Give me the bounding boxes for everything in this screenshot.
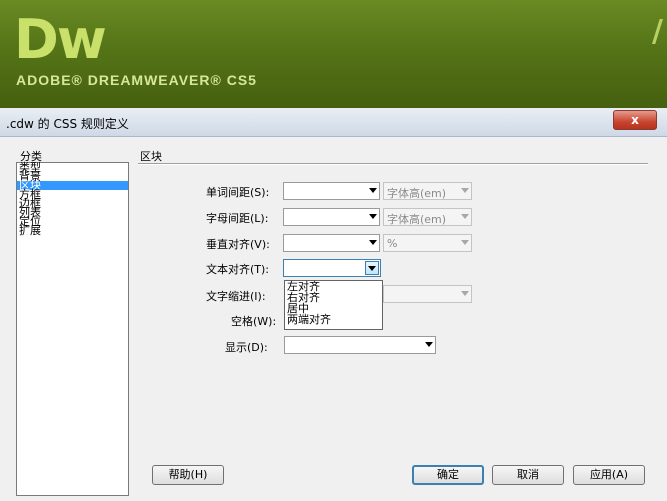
dialog-titlebar: .cdw 的 CSS 规则定义 x <box>0 108 667 137</box>
text-align-dropdown-list: 左对齐 右对齐 居中 两端对齐 <box>284 280 383 330</box>
dialog-title: .cdw 的 CSS 规则定义 <box>6 117 129 131</box>
dreamweaver-logo: Dw <box>14 8 107 71</box>
help-button[interactable]: 帮助(H) <box>152 465 224 485</box>
word-spacing-unit-select[interactable]: 字体高(em) <box>383 182 472 200</box>
letter-spacing-select[interactable] <box>283 208 380 226</box>
css-rule-definition-dialog: .cdw 的 CSS 规则定义 x 分类 类型 背景 区块 方框 边框 列表 定… <box>0 108 667 501</box>
section-divider <box>138 163 648 165</box>
chevron-down-icon <box>369 214 377 219</box>
product-name: ADOBE® DREAMWEAVER® CS5 <box>16 72 257 88</box>
letter-spacing-unit-select[interactable]: 字体高(em) <box>383 208 472 226</box>
word-spacing-unit: 字体高(em) <box>387 187 447 200</box>
category-item-extensions[interactable]: 扩展 <box>17 225 128 236</box>
chevron-down-icon <box>368 266 376 271</box>
text-indent-unit-select[interactable] <box>383 285 472 303</box>
ok-button[interactable]: 确定 <box>412 465 484 485</box>
cancel-button[interactable]: 取消 <box>492 465 564 485</box>
text-indent-label: 文字缩进(I): <box>206 290 266 303</box>
category-list[interactable]: 类型 背景 区块 方框 边框 列表 定位 扩展 <box>16 162 129 496</box>
display-label: 显示(D): <box>225 341 268 354</box>
close-button[interactable]: x <box>613 110 657 130</box>
chevron-down-icon <box>369 188 377 193</box>
letter-spacing-unit: 字体高(em) <box>387 213 447 226</box>
section-title: 区块 <box>140 150 162 163</box>
splash-banner: Dw ADOBE® DREAMWEAVER® CS5 / <box>0 0 667 108</box>
word-spacing-label: 单词间距(S): <box>206 186 270 199</box>
text-align-select[interactable] <box>283 259 381 277</box>
word-spacing-select[interactable] <box>283 182 380 200</box>
letter-spacing-label: 字母间距(L): <box>206 212 269 225</box>
dropdown-button[interactable] <box>365 261 379 275</box>
chevron-down-icon <box>461 291 469 296</box>
display-select[interactable] <box>284 336 436 354</box>
option-justify[interactable]: 两端对齐 <box>285 314 382 326</box>
vertical-align-label: 垂直对齐(V): <box>206 238 270 251</box>
chevron-down-icon <box>425 342 433 347</box>
corner-mark: / <box>652 14 663 49</box>
chevron-down-icon <box>369 240 377 245</box>
vertical-align-select[interactable] <box>283 234 380 252</box>
apply-button[interactable]: 应用(A) <box>573 465 645 485</box>
chevron-down-icon <box>461 188 469 193</box>
white-space-label: 空格(W): <box>231 315 277 328</box>
chevron-down-icon <box>461 240 469 245</box>
vertical-align-unit-select[interactable]: % <box>383 234 472 252</box>
vertical-align-unit: % <box>387 237 398 250</box>
chevron-down-icon <box>461 214 469 219</box>
text-align-label: 文本对齐(T): <box>206 263 270 276</box>
